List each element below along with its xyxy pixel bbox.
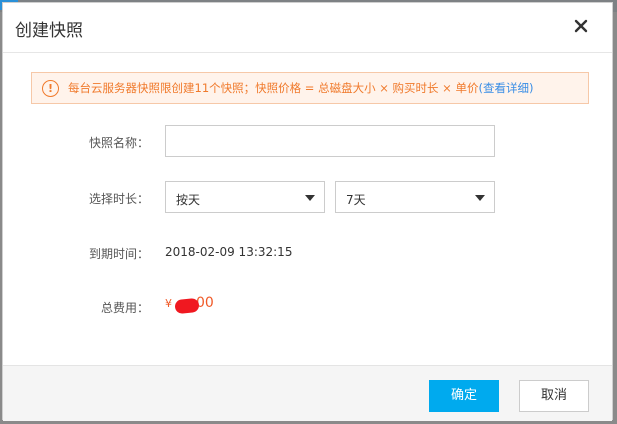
duration-period-select[interactable]: 7天 — [335, 181, 495, 213]
chevron-down-icon — [475, 195, 485, 201]
notice-banner: ! 每台云服务器快照限创建11个快照；快照价格 = 总磁盘大小 × 购买时长 ×… — [31, 72, 589, 104]
snapshot-name-input[interactable] — [165, 125, 495, 157]
warning-icon: ! — [42, 79, 59, 97]
close-icon — [574, 19, 588, 33]
create-snapshot-dialog: 创建快照 ! 每台云服务器快照限创建11个快照；快照价格 = 总磁盘大小 × 购… — [2, 2, 613, 421]
cancel-button[interactable]: 取消 — [519, 380, 589, 412]
expiry-label: 到期时间： — [88, 247, 149, 261]
dialog-header: 创建快照 — [3, 3, 612, 53]
confirm-button[interactable]: 确定 — [429, 380, 499, 412]
duration-unit-value: 按天 — [176, 193, 201, 207]
total-cost-label: 总费用： — [100, 301, 149, 315]
duration-unit-select[interactable]: 按天 — [165, 181, 325, 213]
redaction-mark — [174, 297, 200, 315]
duration-period-value: 7天 — [346, 193, 366, 207]
close-button[interactable] — [572, 17, 590, 35]
chevron-down-icon — [305, 195, 315, 201]
snapshot-name-label: 快照名称： — [88, 136, 149, 150]
duration-label: 选择时长： — [88, 192, 149, 206]
currency-symbol: ¥ — [165, 297, 172, 310]
dialog-title: 创建快照 — [15, 21, 83, 41]
notice-detail-link[interactable]: (查看详细) — [478, 80, 533, 96]
notice-text: 每台云服务器快照限创建11个快照；快照价格 = 总磁盘大小 × 购买时长 × 单… — [68, 81, 479, 95]
expiry-value: 2018-02-09 13:32:15 — [165, 245, 293, 259]
dialog-footer: 确定 取消 — [3, 365, 612, 421]
